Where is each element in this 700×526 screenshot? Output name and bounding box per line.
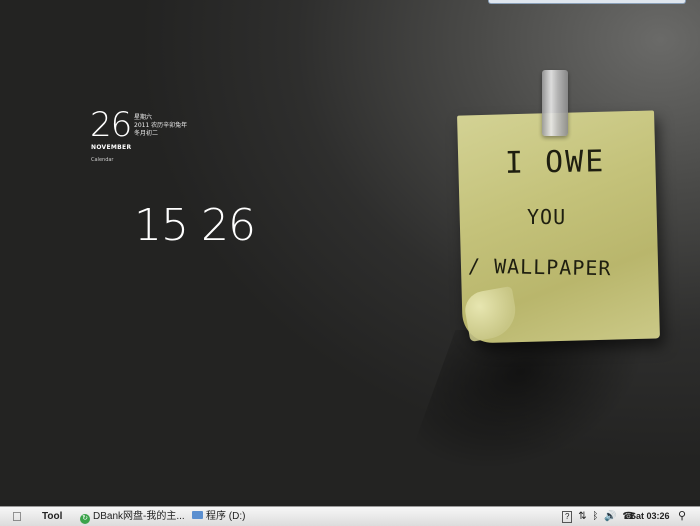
calendar-day: 26	[90, 105, 132, 145]
task-label: DBank网盘-我的主...	[93, 511, 185, 522]
task-button-dbank[interactable]: ↻ DBank网盘-我的主...	[80, 507, 185, 526]
tool-menu[interactable]: Tool	[42, 507, 62, 526]
dbank-icon: ↻	[80, 514, 90, 524]
calendar-caption: Calendar	[91, 157, 114, 163]
apple-logo-icon[interactable]: 	[12, 507, 22, 526]
network-icon[interactable]: ⇅	[578, 507, 586, 526]
note-line-1: I OWE	[504, 144, 606, 181]
bluetooth-icon[interactable]: ᛒ	[592, 507, 598, 526]
help-icon[interactable]: ?	[562, 511, 573, 523]
tape-strip	[542, 70, 568, 136]
task-label: 程序 (D:)	[206, 511, 246, 522]
folder-icon	[192, 511, 203, 519]
tray-clock[interactable]: Sat 03:26	[630, 507, 670, 526]
calendar-lunar-date: 冬月初二	[134, 130, 159, 137]
calendar-info: 星期六 2011 农历辛卯兔年 冬月初二	[134, 114, 187, 138]
search-icon[interactable]: ⚲	[678, 507, 686, 526]
taskbar:  Tool ↻DBank网盘-我的主... 程序 (D:) ? ⇅ ᛒ 🔊 ☎…	[0, 506, 700, 526]
calendar-month: NOVEMBER	[91, 144, 132, 151]
window-edge-stub	[488, 0, 686, 4]
volume-icon[interactable]: 🔊	[604, 507, 616, 526]
note-line-2: YOU	[527, 205, 567, 229]
calendar-lunar-year: 2011 农历辛卯兔年	[134, 122, 188, 129]
system-tray: ? ⇅ ᛒ 🔊 ☎	[562, 507, 638, 526]
task-button-drive-d[interactable]: 程序 (D:)	[192, 507, 245, 526]
clock-gadget[interactable]: 15 26	[134, 200, 256, 251]
calendar-weekday: 星期六	[134, 114, 153, 121]
note-shadow	[404, 330, 656, 470]
note-line-3: / WALLPAPER	[467, 253, 612, 281]
